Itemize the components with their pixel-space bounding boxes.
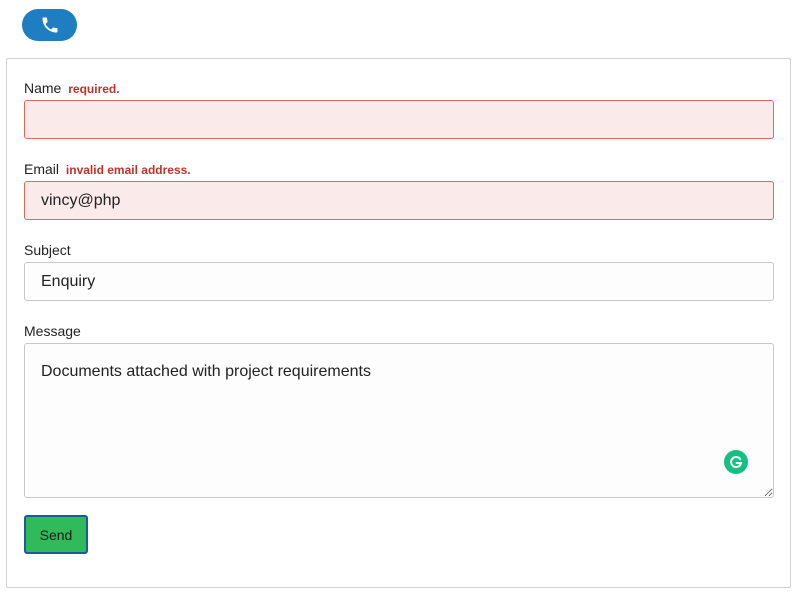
message-label-row: Message bbox=[24, 323, 81, 339]
message-textarea[interactable]: Documents attached with project requirem… bbox=[24, 343, 774, 498]
phone-icon bbox=[40, 15, 60, 35]
name-error-message: required. bbox=[68, 82, 120, 96]
subject-input[interactable] bbox=[24, 262, 774, 301]
email-label-row: Email invalid email address. bbox=[24, 161, 191, 177]
message-label: Message bbox=[24, 323, 81, 339]
name-label: Name bbox=[24, 80, 62, 96]
email-error-message: invalid email address. bbox=[65, 163, 191, 177]
grammarly-icon[interactable] bbox=[724, 450, 748, 474]
contact-form: Name required. Email invalid email addre… bbox=[6, 58, 791, 588]
subject-label: Subject bbox=[24, 242, 71, 258]
subject-label-row: Subject bbox=[24, 242, 71, 258]
email-input[interactable] bbox=[24, 181, 774, 220]
name-label-row: Name required. bbox=[24, 80, 120, 96]
email-label: Email bbox=[24, 161, 60, 177]
phone-button[interactable] bbox=[22, 9, 77, 41]
name-input[interactable] bbox=[24, 100, 774, 139]
send-button[interactable]: Send bbox=[24, 515, 88, 554]
